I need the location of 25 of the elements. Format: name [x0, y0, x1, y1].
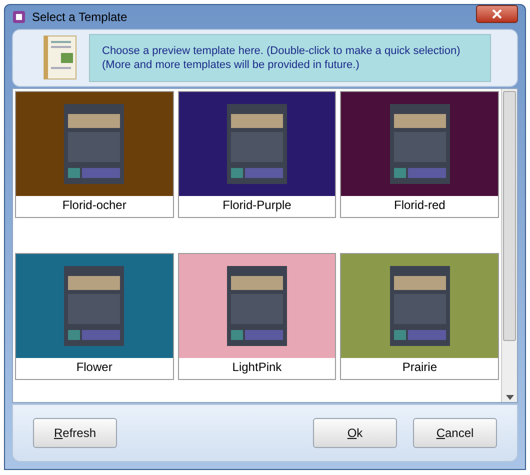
scroll-thumb[interactable]	[503, 91, 516, 341]
template-name: LightPink	[232, 359, 282, 376]
window-title: Select a Template	[32, 9, 128, 26]
info-text: (More and more templates will be provided in future.)	[102, 58, 360, 72]
app-icon	[12, 10, 26, 24]
scrollbar[interactable]	[501, 89, 517, 402]
template-name: Flower	[76, 359, 112, 376]
template-name: Florid-Purple	[222, 197, 292, 214]
template-name: Florid-ocher	[62, 197, 126, 214]
dialog-button[interactable]: Refresh	[33, 418, 117, 448]
dialog-button[interactable]: Cancel	[413, 418, 497, 448]
close-button[interactable]	[476, 5, 518, 23]
template-tile[interactable]: Prairie	[340, 253, 499, 380]
close-icon	[492, 9, 502, 19]
dialog-button[interactable]: Ok	[313, 418, 397, 448]
template-tile[interactable]: Florid-Purple	[178, 91, 336, 218]
document-icon	[43, 35, 79, 81]
template-tile[interactable]: Florid-ocher	[15, 91, 174, 218]
scroll-down-icon[interactable]	[506, 395, 514, 400]
template-tile[interactable]: Florid-red	[340, 91, 499, 218]
template-name: Prairie	[402, 359, 437, 376]
template-tile[interactable]: Flower	[15, 253, 174, 380]
info-text: Choose a preview template here. (Double-click to make a quick selection)	[102, 44, 462, 58]
template-name: Florid-red	[394, 197, 446, 214]
template-tile[interactable]: LightPink	[178, 253, 336, 380]
